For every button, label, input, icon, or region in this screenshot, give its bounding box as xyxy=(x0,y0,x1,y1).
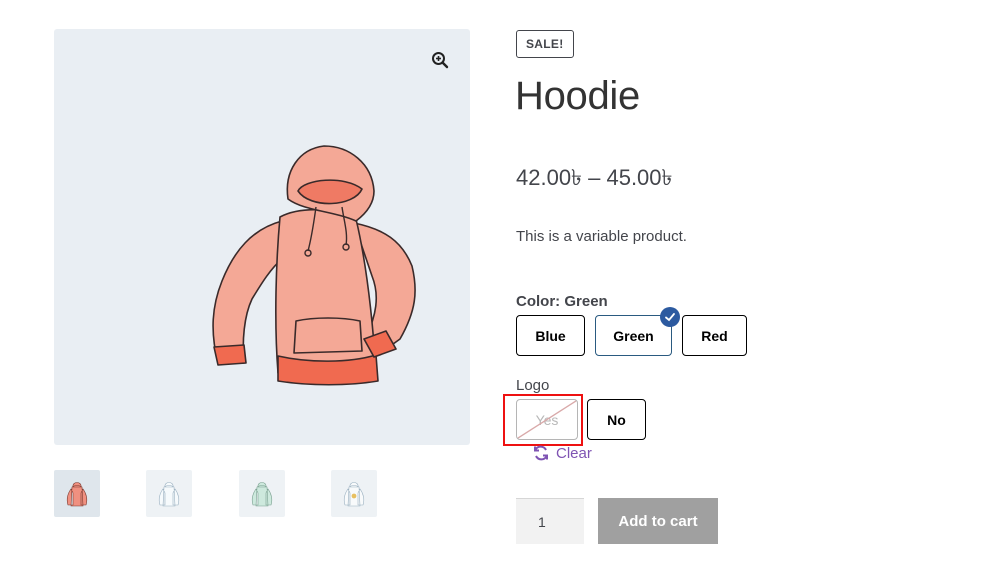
green-hoodie-icon xyxy=(251,481,273,506)
product-main-image[interactable] xyxy=(54,29,470,445)
thumbnail-pink-hoodie[interactable] xyxy=(54,470,100,517)
color-label-text: Color: xyxy=(516,293,561,310)
product-title: Hoodie xyxy=(515,74,640,118)
unavailable-strike-icon xyxy=(517,400,577,439)
swatch-green-label: Green xyxy=(613,327,654,344)
color-selected-value: Green xyxy=(564,293,608,310)
price-range: 42.00৳ – 45.00৳ xyxy=(516,165,673,190)
hoodie-illustration xyxy=(212,145,416,386)
thumbnail-green-hoodie[interactable] xyxy=(239,470,285,517)
thumbnail-white-hoodie[interactable] xyxy=(146,470,192,517)
logo-attribute-label: Logo xyxy=(516,377,550,394)
swatch-no[interactable]: No xyxy=(587,399,646,440)
white-hoodie-icon xyxy=(158,481,180,506)
refresh-icon xyxy=(534,445,548,461)
swatch-yes-disabled[interactable]: Yes xyxy=(516,399,578,440)
zoom-in-icon[interactable] xyxy=(428,48,452,72)
color-attribute-label: Color: Green xyxy=(516,293,608,310)
swatch-green[interactable]: Green xyxy=(595,307,680,356)
add-to-cart-button[interactable]: Add to cart xyxy=(598,498,718,544)
product-description: This is a variable product. xyxy=(516,228,687,245)
pink-hoodie-icon xyxy=(66,481,88,506)
logo-hoodie-icon xyxy=(343,481,365,506)
swatch-blue[interactable]: Blue xyxy=(516,315,585,356)
clear-selection-link[interactable]: Clear xyxy=(532,444,592,462)
thumbnail-white-hoodie-logo[interactable] xyxy=(331,470,377,517)
quantity-input[interactable] xyxy=(516,498,584,544)
selected-check-icon xyxy=(660,307,680,327)
clear-label: Clear xyxy=(556,444,592,462)
sale-badge: SALE! xyxy=(516,30,574,58)
swatch-red[interactable]: Red xyxy=(682,315,747,356)
